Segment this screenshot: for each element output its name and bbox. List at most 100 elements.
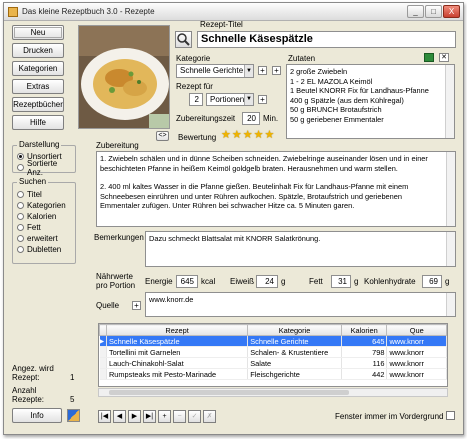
suchen-radio-kalorien[interactable]: Kalorien <box>17 211 66 222</box>
spreadsheet-icon[interactable] <box>424 53 434 62</box>
quelle-scrollbar[interactable] <box>446 293 455 316</box>
titel-label: Rezept-Titel <box>200 20 243 29</box>
rezeptbuecher-button[interactable]: Rezeptbücher <box>12 97 64 112</box>
star-icon[interactable]: ★ <box>232 130 242 141</box>
photo-nav-button[interactable]: <> <box>156 131 169 141</box>
table-cell: Rumpsteaks mit Pesto-Marinade <box>106 368 249 380</box>
quelle-label: Quelle <box>96 301 120 310</box>
suchen-radio-erweitert[interactable]: erweitert <box>17 233 66 244</box>
add-zutat-button[interactable]: + <box>272 66 281 75</box>
table-row[interactable]: Tortellini mit Garnelen Schalen- & Kruste… <box>99 346 447 358</box>
search-icon[interactable] <box>175 31 192 48</box>
radio-icon[interactable] <box>17 202 24 209</box>
chevron-down-icon[interactable]: ▼ <box>244 65 253 77</box>
drucken-button[interactable]: Drucken <box>12 43 64 58</box>
table-cell: 116 <box>341 357 388 369</box>
hilfe-button[interactable]: Hilfe <box>12 115 64 130</box>
kategorie-select[interactable]: Schnelle Gerichte <box>176 64 254 78</box>
table-cell: Tortellini mit Garnelen <box>106 346 249 358</box>
suchen-radio-fett[interactable]: Fett <box>17 222 66 233</box>
radio-icon[interactable] <box>17 191 24 198</box>
row-indicator[interactable] <box>99 368 107 380</box>
kategorien-button[interactable]: Kategorien <box>12 61 64 76</box>
minimize-button[interactable]: _ <box>407 5 424 18</box>
zutaten-textarea[interactable]: 2 große Zwiebeln 1 - 2 EL MAZOLA Keimöl 1 … <box>286 64 455 139</box>
bemerkungen-scrollbar[interactable] <box>446 232 455 266</box>
maximize-button[interactable]: □ <box>425 5 442 18</box>
eiweiss-field[interactable]: 24 <box>256 275 278 288</box>
table-cell: www.knorr <box>386 357 447 369</box>
column-header[interactable]: Kategorie <box>247 324 342 336</box>
row-indicator[interactable] <box>99 346 107 358</box>
info-button[interactable]: Info <box>12 408 62 423</box>
zeit-field[interactable]: 20 <box>242 112 260 125</box>
rating-stars[interactable]: ★ ★ ★ ★ ★ <box>221 130 274 141</box>
column-header[interactable]: Rezept <box>105 324 249 336</box>
close-icon[interactable]: ✕ <box>439 53 449 62</box>
neu-button[interactable]: Neu <box>12 25 64 40</box>
row-indicator[interactable]: ▶ <box>99 335 107 347</box>
zubereitung-paragraph: 1. Zwiebeln schälen und in dünne Scheibe… <box>100 154 428 173</box>
post-record-button[interactable]: ✓ <box>188 410 201 423</box>
suchen-radio-titel[interactable]: Titel <box>17 189 66 200</box>
zutat-line: 50 g geriebener Emmentaler <box>290 114 384 124</box>
next-record-button[interactable]: ▶ <box>128 410 141 423</box>
quelle-field[interactable]: www.knorr.de <box>145 292 456 317</box>
zeit-label: Zubereitungszeit <box>176 114 236 123</box>
suchen-radio-kategorien[interactable]: Kategorien <box>17 200 66 211</box>
eiweiss-label: Eiweiß <box>230 277 255 286</box>
radio-icon[interactable] <box>17 235 24 242</box>
table-row[interactable]: Rumpsteaks mit Pesto-Marinade Fleischgeri… <box>99 368 447 380</box>
extras-button[interactable]: Extras <box>12 79 64 94</box>
quelle-plus-button[interactable]: + <box>132 301 141 310</box>
kategorie-label: Kategorie <box>176 54 211 63</box>
table-cell: 442 <box>341 368 388 380</box>
table-hscrollbar[interactable] <box>98 388 448 397</box>
radio-icon[interactable] <box>17 164 24 171</box>
fett-field[interactable]: 31 <box>331 275 351 288</box>
add-portion-unit-button[interactable]: + <box>258 95 267 104</box>
last-record-button[interactable]: ▶| <box>143 410 156 423</box>
column-header[interactable]: Kalorien <box>340 324 388 336</box>
portionen-count[interactable]: 2 <box>189 93 203 106</box>
add-kategorie-button[interactable]: + <box>258 66 267 75</box>
first-record-button[interactable]: |◀ <box>98 410 111 423</box>
row-indicator[interactable] <box>99 357 107 369</box>
radio-icon[interactable] <box>17 153 24 160</box>
delete-record-button[interactable]: − <box>173 410 186 423</box>
cancel-record-button[interactable]: ✗ <box>203 410 216 423</box>
zutaten-scrollbar[interactable] <box>445 65 454 138</box>
bemerkungen-label: Bemerkungen <box>94 233 144 242</box>
darstellung-radio-sortierte-anz-[interactable]: Sortierte Anz. <box>17 159 75 177</box>
close-button[interactable]: X <box>443 5 460 18</box>
suchen-group: Suchen Titel Kategorien Kalorien Fett erweit… <box>12 177 76 264</box>
radio-label: Dubletten <box>27 245 62 254</box>
zutat-line: 50 g BRUNCH Brotaufstrich <box>290 105 382 115</box>
prev-record-button[interactable]: ◀ <box>113 410 126 423</box>
zutat-line: 2 große Zwiebeln <box>290 67 348 76</box>
column-header[interactable]: Que <box>386 324 447 336</box>
fenster-checkbox[interactable] <box>446 411 455 420</box>
bemerkungen-textarea[interactable]: Dazu schmeckt Blattsalat mit KNORR Salat… <box>145 231 456 267</box>
radio-icon[interactable] <box>17 224 24 231</box>
radio-icon[interactable] <box>17 246 24 253</box>
suchen-radio-dubletten[interactable]: Dubletten <box>17 244 66 255</box>
kh-field[interactable]: 69 <box>422 275 442 288</box>
zubereitung-textarea[interactable]: 1. Zwiebeln schälen und in dünne Scheibe… <box>96 151 456 227</box>
zubereitung-paragraph: 2. 400 ml kaltes Wasser in die Pfanne gi… <box>100 182 409 211</box>
bewertung-label: Bewertung <box>178 133 217 142</box>
chevron-down-icon[interactable]: ▼ <box>244 94 253 105</box>
zubereitung-scrollbar[interactable] <box>446 152 455 226</box>
settings-icon[interactable] <box>67 409 80 422</box>
star-icon[interactable]: ★ <box>265 130 275 141</box>
table-row[interactable]: ▶ Schnelle Käsespätzle Schnelle Gerichte 64… <box>99 335 447 347</box>
table-row[interactable]: Lauch-Chinakohl-Salat Salate 116 www.knorr <box>99 357 447 369</box>
titel-field[interactable]: Schnelle Käsespätzle <box>197 31 456 48</box>
star-icon[interactable]: ★ <box>254 130 264 141</box>
star-icon[interactable]: ★ <box>243 130 253 141</box>
star-icon[interactable]: ★ <box>221 130 231 141</box>
zutaten-label: Zutaten <box>288 54 316 63</box>
energie-field[interactable]: 645 <box>176 275 198 288</box>
radio-icon[interactable] <box>17 213 24 220</box>
insert-record-button[interactable]: + <box>158 410 171 423</box>
